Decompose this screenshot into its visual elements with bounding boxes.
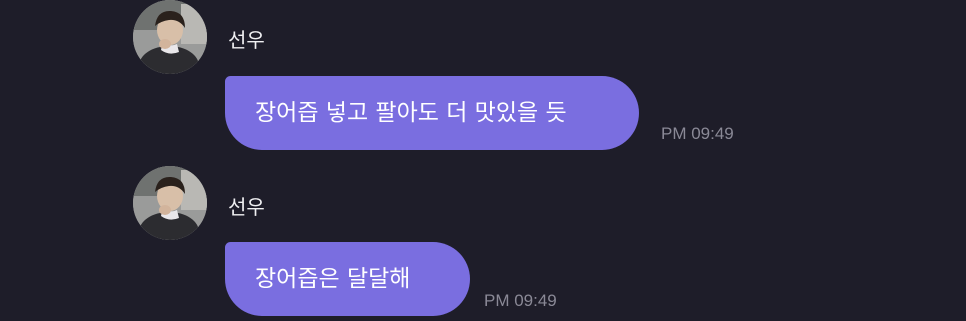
chat-conversation: 선우 장어즙 넣고 팔아도 더 맛있을 듯 PM 09:49 선우 장어즙은 달…	[0, 0, 966, 321]
avatar[interactable]	[133, 166, 207, 240]
profile-photo-icon	[133, 0, 207, 74]
avatar[interactable]	[133, 0, 207, 74]
message-bubble[interactable]: 장어즙 넣고 팔아도 더 맛있을 듯	[225, 76, 639, 150]
message-text: 장어즙 넣고 팔아도 더 맛있을 듯	[255, 100, 567, 126]
sender-name: 선우	[228, 28, 265, 52]
message-timestamp: PM 09:49	[484, 291, 557, 310]
message-timestamp: PM 09:49	[661, 124, 734, 143]
sender-name: 선우	[228, 195, 265, 219]
message-text: 장어즙은 달달해	[255, 266, 411, 292]
message-bubble[interactable]: 장어즙은 달달해	[225, 242, 470, 316]
profile-photo-icon	[133, 166, 207, 240]
